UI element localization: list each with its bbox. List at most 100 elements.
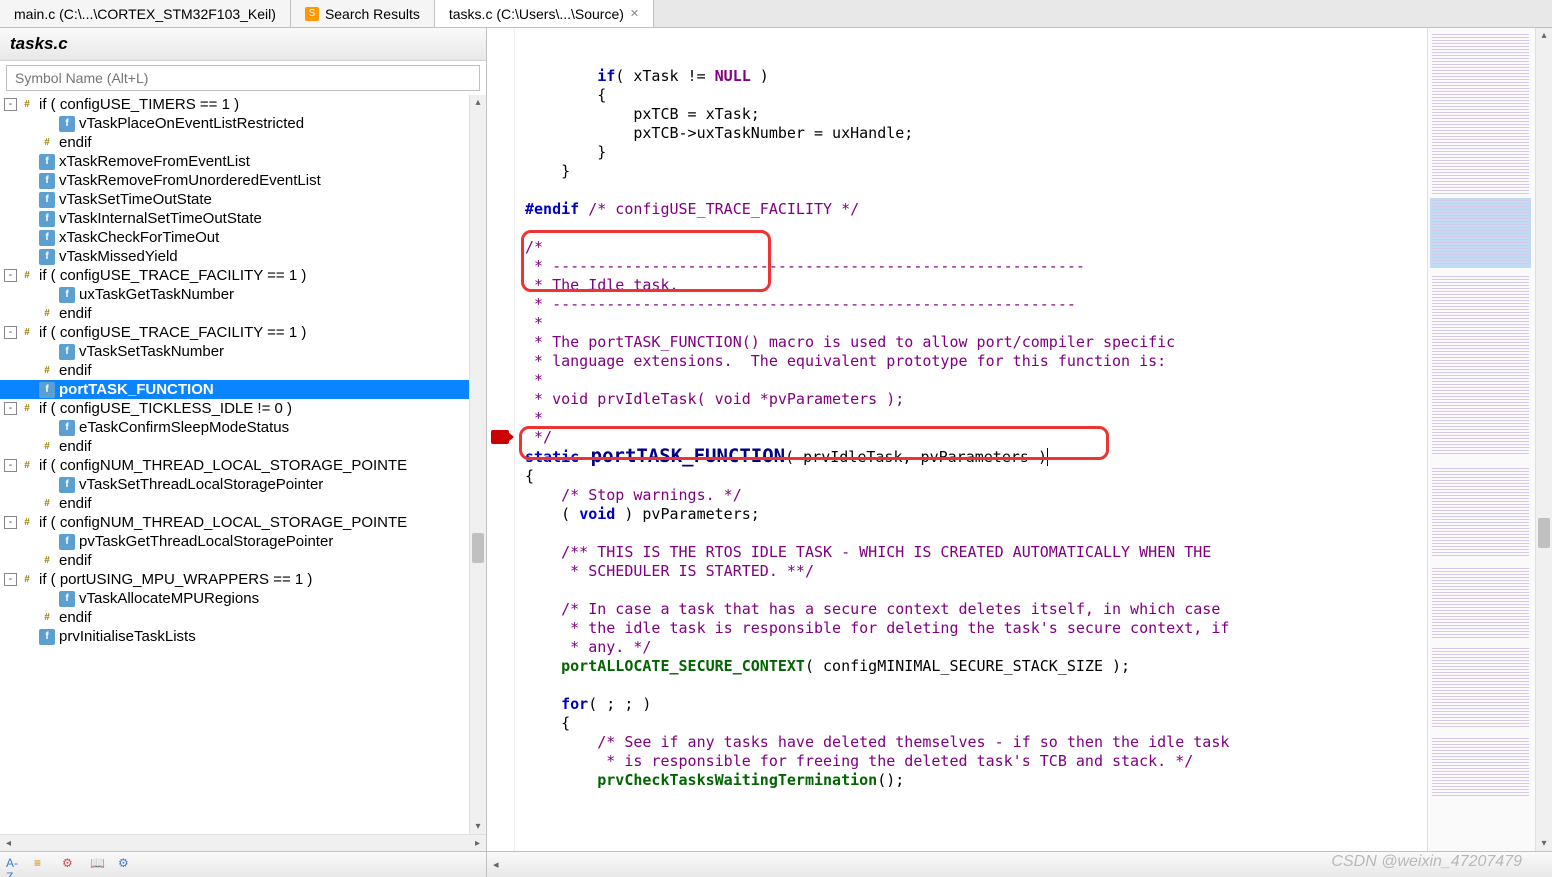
symbol-label: endif: [59, 552, 92, 569]
spacer: [24, 155, 37, 168]
symbol-item-11[interactable]: #endif: [0, 304, 469, 323]
symbol-search-input[interactable]: [6, 65, 480, 91]
preprocessor-icon: #: [19, 97, 35, 113]
preprocessor-icon: #: [39, 306, 55, 322]
scroll-up-icon[interactable]: ▴: [470, 97, 486, 108]
scroll-right-icon[interactable]: ▸: [469, 838, 486, 849]
symbol-item-15[interactable]: fportTASK_FUNCTION: [0, 380, 469, 399]
symbol-item-6[interactable]: fvTaskInternalSetTimeOutState: [0, 209, 469, 228]
collapse-icon[interactable]: -: [4, 326, 17, 339]
spacer: [24, 231, 37, 244]
symbol-item-18[interactable]: #endif: [0, 437, 469, 456]
preprocessor-icon: #: [39, 610, 55, 626]
collapse-icon[interactable]: -: [4, 98, 17, 111]
scroll-left-icon[interactable]: ◂: [493, 858, 499, 871]
symbol-item-12[interactable]: -#if ( configUSE_TRACE_FACILITY == 1 ): [0, 323, 469, 342]
editor-scrollbar[interactable]: ▴ ▾: [1535, 28, 1552, 877]
symbol-label: xTaskCheckForTimeOut: [59, 229, 219, 246]
close-icon[interactable]: ✕: [630, 7, 639, 20]
spacer: [24, 630, 37, 643]
symbol-item-24[interactable]: #endif: [0, 551, 469, 570]
bookmark-icon[interactable]: [491, 430, 509, 444]
filter-button[interactable]: ⚙: [62, 856, 80, 874]
symbol-item-20[interactable]: fvTaskSetThreadLocalStoragePointer: [0, 475, 469, 494]
symbol-item-10[interactable]: fuxTaskGetTaskNumber: [0, 285, 469, 304]
symbol-item-2[interactable]: #endif: [0, 133, 469, 152]
scroll-left-icon[interactable]: ◂: [0, 838, 17, 849]
list-view-button[interactable]: ≡: [34, 856, 52, 874]
spacer: [44, 421, 57, 434]
scroll-up-icon[interactable]: ▴: [1536, 30, 1552, 41]
symbol-item-19[interactable]: -#if ( configNUM_THREAD_LOCAL_STORAGE_PO…: [0, 456, 469, 475]
collapse-icon[interactable]: -: [4, 269, 17, 282]
symbol-label: if ( configNUM_THREAD_LOCAL_STORAGE_POIN…: [39, 514, 407, 531]
function-icon: f: [59, 420, 75, 436]
function-icon: f: [39, 154, 55, 170]
function-icon: f: [39, 230, 55, 246]
symbol-item-23[interactable]: fpvTaskGetThreadLocalStoragePointer: [0, 532, 469, 551]
tab-main-c[interactable]: main.c (C:\...\CORTEX_STM32F103_Keil): [0, 0, 291, 27]
symbol-item-4[interactable]: fvTaskRemoveFromUnorderedEventList: [0, 171, 469, 190]
function-icon: f: [59, 287, 75, 303]
symbol-label: vTaskAllocateMPURegions: [79, 590, 259, 607]
symbol-label: vTaskInternalSetTimeOutState: [59, 210, 262, 227]
symbol-item-28[interactable]: fprvInitialiseTaskLists: [0, 627, 469, 646]
symbol-item-21[interactable]: #endif: [0, 494, 469, 513]
symbol-item-7[interactable]: fxTaskCheckForTimeOut: [0, 228, 469, 247]
symbol-label: prvInitialiseTaskLists: [59, 628, 196, 645]
search-icon: S: [305, 7, 319, 21]
minimap[interactable]: [1427, 28, 1535, 877]
symbol-item-17[interactable]: feTaskConfirmSleepModeStatus: [0, 418, 469, 437]
symbol-label: if ( configUSE_TRACE_FACILITY == 1 ): [39, 324, 306, 341]
settings-button[interactable]: ⚙: [118, 856, 136, 874]
symbol-item-13[interactable]: fvTaskSetTaskNumber: [0, 342, 469, 361]
gutter: [487, 28, 515, 877]
spacer: [24, 193, 37, 206]
tree-scrollbar[interactable]: ▴ ▾: [469, 95, 486, 834]
symbol-tree[interactable]: -#if ( configUSE_TIMERS == 1 )fvTaskPlac…: [0, 95, 469, 834]
symbol-sidebar: tasks.c -#if ( configUSE_TIMERS == 1 )fv…: [0, 28, 487, 877]
spacer: [44, 478, 57, 491]
collapse-icon[interactable]: -: [4, 573, 17, 586]
symbol-item-3[interactable]: fxTaskRemoveFromEventList: [0, 152, 469, 171]
scroll-thumb[interactable]: [1538, 518, 1550, 548]
code-editor[interactable]: if( xTask != NULL ) { pxTCB = xTask; pxT…: [487, 28, 1552, 877]
symbol-item-16[interactable]: -#if ( configUSE_TICKLESS_IDLE != 0 ): [0, 399, 469, 418]
collapse-icon[interactable]: -: [4, 459, 17, 472]
symbol-item-27[interactable]: #endif: [0, 608, 469, 627]
spacer: [24, 611, 37, 624]
book-button[interactable]: 📖: [90, 856, 108, 874]
symbol-label: portTASK_FUNCTION: [59, 381, 214, 398]
symbol-item-5[interactable]: fvTaskSetTimeOutState: [0, 190, 469, 209]
sort-az-button[interactable]: A-Z: [6, 856, 24, 874]
tree-hscroll[interactable]: ◂ ▸: [0, 834, 486, 851]
code-area[interactable]: if( xTask != NULL ) { pxTCB = xTask; pxT…: [515, 28, 1427, 877]
preprocessor-icon: #: [39, 439, 55, 455]
symbol-item-1[interactable]: fvTaskPlaceOnEventListRestricted: [0, 114, 469, 133]
collapse-icon[interactable]: -: [4, 516, 17, 529]
collapse-icon[interactable]: -: [4, 402, 17, 415]
preprocessor-icon: #: [39, 135, 55, 151]
symbol-item-22[interactable]: -#if ( configNUM_THREAD_LOCAL_STORAGE_PO…: [0, 513, 469, 532]
scroll-down-icon[interactable]: ▾: [470, 821, 486, 832]
scroll-thumb[interactable]: [472, 533, 484, 563]
symbol-item-9[interactable]: -#if ( configUSE_TRACE_FACILITY == 1 ): [0, 266, 469, 285]
symbol-item-14[interactable]: #endif: [0, 361, 469, 380]
scroll-down-icon[interactable]: ▾: [1536, 838, 1552, 849]
symbol-item-0[interactable]: -#if ( configUSE_TIMERS == 1 ): [0, 95, 469, 114]
symbol-label: vTaskRemoveFromUnorderedEventList: [59, 172, 321, 189]
function-icon: f: [59, 534, 75, 550]
symbol-label: if ( configUSE_TRACE_FACILITY == 1 ): [39, 267, 306, 284]
symbol-label: endif: [59, 438, 92, 455]
preprocessor-icon: #: [19, 515, 35, 531]
function-icon: f: [59, 344, 75, 360]
symbol-item-26[interactable]: fvTaskAllocateMPURegions: [0, 589, 469, 608]
tab-tasks-c[interactable]: tasks.c (C:\Users\...\Source)✕: [435, 0, 654, 27]
symbol-item-25[interactable]: -#if ( portUSING_MPU_WRAPPERS == 1 ): [0, 570, 469, 589]
spacer: [24, 136, 37, 149]
symbol-label: endif: [59, 134, 92, 151]
symbol-item-8[interactable]: fvTaskMissedYield: [0, 247, 469, 266]
editor-footer: ◂: [487, 851, 1552, 877]
function-icon: f: [39, 249, 55, 265]
tab-search-results[interactable]: SSearch Results: [291, 0, 435, 27]
